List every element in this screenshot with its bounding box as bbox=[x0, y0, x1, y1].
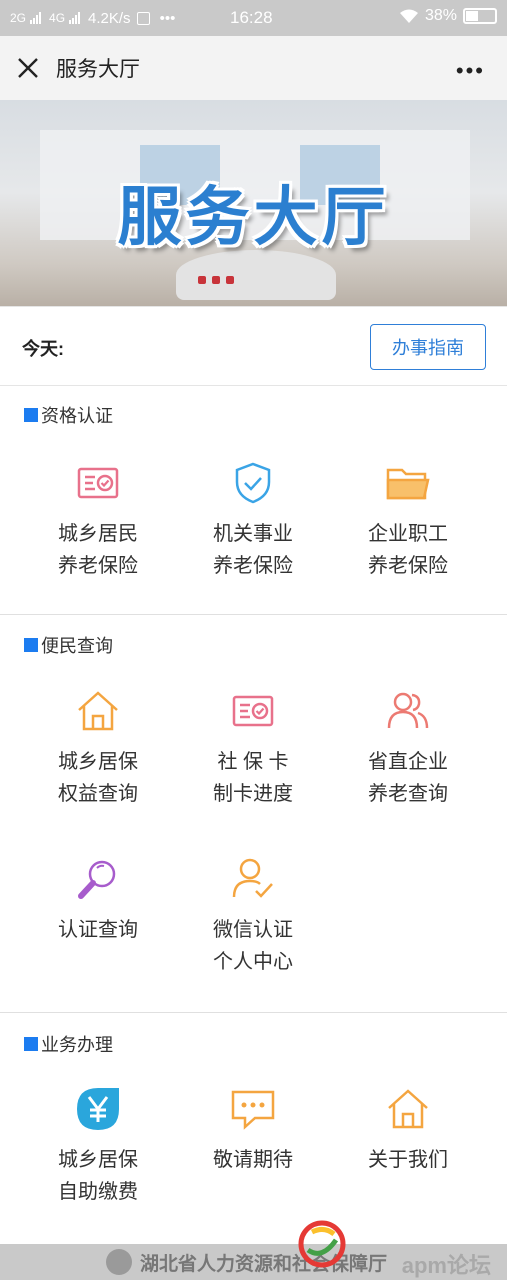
battery-percent: 38% bbox=[424, 7, 457, 24]
emblem-icon bbox=[106, 1249, 132, 1275]
more-menu-button[interactable]: ••• bbox=[456, 58, 485, 84]
section-title-inquiry: 便民查询 bbox=[24, 632, 113, 658]
signal-label-2g: 2G bbox=[10, 11, 27, 25]
signal-bars-icon bbox=[69, 12, 81, 24]
service-item[interactable]: 城乡居保 权益查询 bbox=[18, 688, 178, 810]
section-title-business: 业务办理 bbox=[24, 1031, 113, 1057]
service-label-line2: 养老保险 bbox=[368, 555, 448, 577]
section-title-text: 业务办理 bbox=[41, 1035, 113, 1055]
signal-label-4g: 4G bbox=[49, 11, 66, 25]
service-label-line1: 城乡居民 bbox=[58, 523, 138, 545]
network-speed: 4.2K/s bbox=[88, 9, 131, 27]
hero-banner: 服务大厅 bbox=[0, 100, 507, 306]
service-item[interactable]: 企业职工 养老保险 bbox=[328, 460, 488, 582]
yen-drop-icon bbox=[77, 1088, 119, 1130]
today-row: 今天: 办事指南 bbox=[0, 306, 507, 386]
service-label-line2: 权益查询 bbox=[58, 783, 138, 805]
service-label-line1: 关于我们 bbox=[368, 1149, 448, 1171]
battery-icon bbox=[463, 8, 497, 24]
service-label-line1: 省直企业 bbox=[368, 751, 448, 773]
shield-check-icon bbox=[235, 462, 271, 504]
service-item[interactable]: 省直企业 养老查询 bbox=[328, 688, 488, 810]
service-label-line1: 企业职工 bbox=[368, 523, 448, 545]
watermark-text: apm论坛 bbox=[401, 1253, 491, 1278]
service-label-line2: 制卡进度 bbox=[213, 783, 293, 805]
nav-bar: 服务大厅 ••• bbox=[0, 36, 507, 100]
service-item[interactable]: 城乡居保 自助缴费 bbox=[18, 1086, 178, 1208]
service-label-line2: 自助缴费 bbox=[58, 1181, 138, 1203]
folder-icon bbox=[386, 468, 430, 500]
clock: 16:28 bbox=[230, 8, 273, 27]
house-icon bbox=[388, 1089, 428, 1129]
service-item[interactable]: 关于我们 bbox=[328, 1086, 488, 1176]
magnifier-icon bbox=[78, 860, 116, 899]
id-card-icon bbox=[77, 467, 119, 499]
service-label-line1: 城乡居保 bbox=[58, 751, 138, 773]
service-item[interactable]: 敬请期待 bbox=[173, 1086, 333, 1176]
close-icon bbox=[18, 58, 38, 78]
section-divider bbox=[0, 614, 507, 615]
status-bar: 2G 4G 4.2K/s ••• 16:28 38% bbox=[0, 0, 507, 36]
notification-icon bbox=[136, 11, 150, 25]
watermark-logo-icon bbox=[298, 1220, 346, 1268]
section-marker-icon bbox=[24, 408, 38, 422]
service-label-line2: 个人中心 bbox=[213, 951, 293, 973]
org-name: 湖北省人力资源和社会保障厅 bbox=[140, 1254, 388, 1275]
service-item[interactable]: 认证查询 bbox=[18, 856, 178, 946]
banner-title: 服务大厅 bbox=[117, 181, 390, 253]
service-label-line1: 社 保 卡 bbox=[217, 751, 289, 773]
user-check-icon bbox=[232, 858, 273, 898]
guide-button[interactable]: 办事指南 bbox=[370, 324, 486, 370]
house-icon bbox=[78, 691, 118, 731]
section-divider bbox=[0, 1012, 507, 1013]
id-card-icon bbox=[232, 695, 274, 727]
page-title: 服务大厅 bbox=[56, 58, 140, 81]
service-item[interactable]: 社 保 卡 制卡进度 bbox=[173, 688, 333, 810]
signal-bars-icon bbox=[30, 12, 42, 24]
wifi-icon bbox=[399, 9, 418, 23]
service-item[interactable]: 城乡居民 养老保险 bbox=[18, 460, 178, 582]
service-label-line2: 养老保险 bbox=[58, 555, 138, 577]
service-label-line1: 微信认证 bbox=[213, 919, 293, 941]
service-label-line1: 敬请期待 bbox=[213, 1149, 293, 1171]
service-label-line2: 养老保险 bbox=[213, 555, 293, 577]
service-item[interactable]: 机关事业 养老保险 bbox=[173, 460, 333, 582]
service-label-line1: 城乡居保 bbox=[58, 1149, 138, 1171]
service-label-line2: 养老查询 bbox=[368, 783, 448, 805]
banner-decor bbox=[226, 276, 234, 284]
banner-decor bbox=[212, 276, 220, 284]
section-title-text: 资格认证 bbox=[41, 406, 113, 426]
service-label-line1: 机关事业 bbox=[213, 523, 293, 545]
section-marker-icon bbox=[24, 1037, 38, 1051]
banner-decor bbox=[198, 276, 206, 284]
chat-bubble-icon bbox=[231, 1090, 275, 1130]
status-dots: ••• bbox=[159, 9, 176, 27]
today-label: 今天: bbox=[22, 339, 64, 359]
service-item[interactable]: 微信认证 个人中心 bbox=[173, 856, 333, 978]
section-marker-icon bbox=[24, 638, 38, 652]
service-label-line1: 认证查询 bbox=[58, 919, 138, 941]
users-icon bbox=[387, 692, 429, 729]
section-title-qualification: 资格认证 bbox=[24, 402, 113, 428]
section-title-text: 便民查询 bbox=[41, 636, 113, 656]
close-button[interactable] bbox=[0, 36, 56, 100]
footer: 湖北省人力资源和社会保障厅 apm论坛 bbox=[0, 1220, 507, 1280]
